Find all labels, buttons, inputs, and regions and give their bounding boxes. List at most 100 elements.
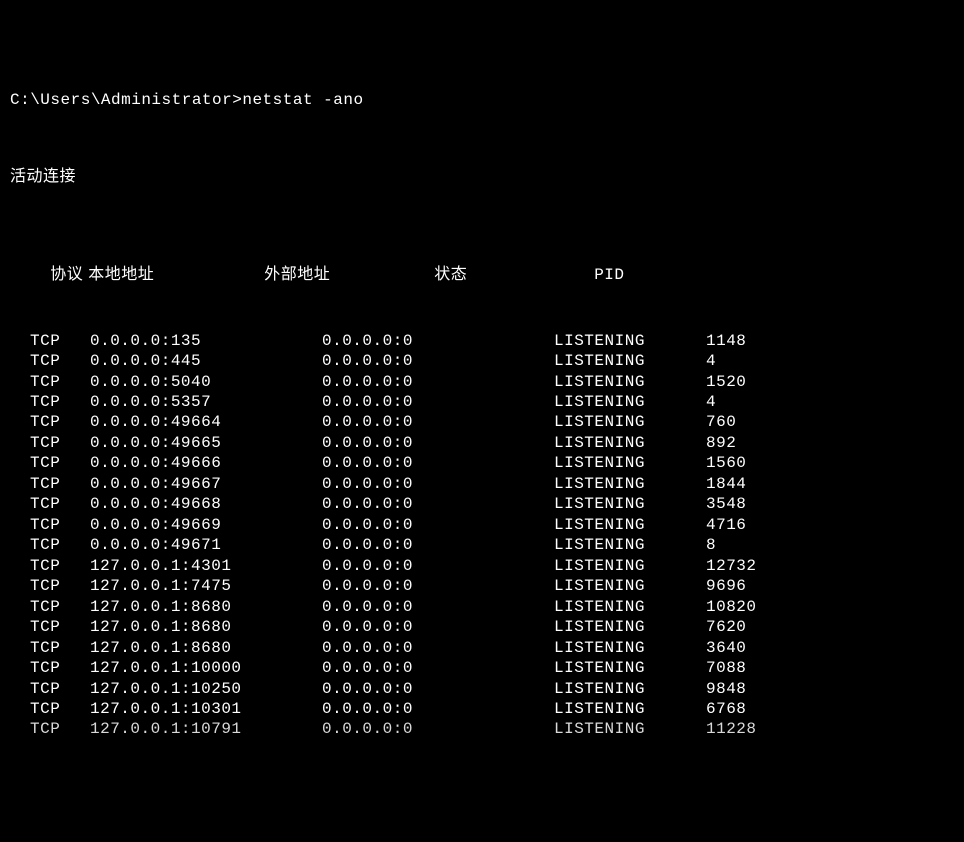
cell-local-address: 0.0.0.0:49667: [90, 474, 322, 494]
cell-pid: 11228: [706, 719, 757, 739]
cell-state: LISTENING: [554, 433, 706, 453]
cell-local-address: 0.0.0.0:49666: [90, 453, 322, 473]
table-header: 协议本地地址外部地址状态PID: [10, 245, 954, 286]
cell-local-address: 0.0.0.0:5357: [90, 392, 322, 412]
table-row: TCP127.0.0.1:100000.0.0.0:0LISTENING7088: [10, 658, 954, 678]
cell-pid: 7620: [706, 617, 746, 637]
cell-foreign-address: 0.0.0.0:0: [322, 597, 554, 617]
cell-pid: 892: [706, 433, 736, 453]
cell-state: LISTENING: [554, 392, 706, 412]
cell-foreign-address: 0.0.0.0:0: [322, 699, 554, 719]
cell-protocol: TCP: [10, 494, 90, 514]
cell-local-address: 127.0.0.1:8680: [90, 617, 322, 637]
cell-foreign-address: 0.0.0.0:0: [322, 556, 554, 576]
table-row: TCP127.0.0.1:86800.0.0.0:0LISTENING7620: [10, 617, 954, 637]
table-row: TCP0.0.0.0:496690.0.0.0:0LISTENING4716: [10, 515, 954, 535]
cell-state: LISTENING: [554, 597, 706, 617]
cell-state: LISTENING: [554, 617, 706, 637]
table-row: TCP0.0.0.0:496650.0.0.0:0LISTENING892: [10, 433, 954, 453]
command-prompt-line[interactable]: C:\Users\Administrator>netstat -ano: [10, 90, 954, 110]
cell-protocol: TCP: [10, 412, 90, 432]
cell-local-address: 0.0.0.0:49664: [90, 412, 322, 432]
cell-local-address: 0.0.0.0:49668: [90, 494, 322, 514]
command-text: netstat -ano: [242, 91, 363, 109]
cell-protocol: TCP: [10, 433, 90, 453]
cell-pid: 6768: [706, 699, 746, 719]
cell-foreign-address: 0.0.0.0:0: [322, 658, 554, 678]
table-row: TCP127.0.0.1:107910.0.0.0:0LISTENING1122…: [10, 719, 954, 739]
header-pid: PID: [594, 265, 624, 285]
cell-protocol: TCP: [10, 658, 90, 678]
cell-foreign-address: 0.0.0.0:0: [322, 617, 554, 637]
cell-protocol: TCP: [10, 372, 90, 392]
cell-local-address: 127.0.0.1:7475: [90, 576, 322, 596]
cell-state: LISTENING: [554, 351, 706, 371]
cell-local-address: 127.0.0.1:10250: [90, 679, 322, 699]
cell-foreign-address: 0.0.0.0:0: [322, 679, 554, 699]
cell-state: LISTENING: [554, 474, 706, 494]
cell-local-address: 127.0.0.1:8680: [90, 597, 322, 617]
cell-pid: 3640: [706, 638, 746, 658]
table-row: TCP0.0.0.0:496710.0.0.0:0LISTENING8: [10, 535, 954, 555]
cell-foreign-address: 0.0.0.0:0: [322, 515, 554, 535]
cell-foreign-address: 0.0.0.0:0: [322, 535, 554, 555]
cell-foreign-address: 0.0.0.0:0: [322, 331, 554, 351]
cell-pid: 1148: [706, 331, 746, 351]
cell-pid: 12732: [706, 556, 757, 576]
cell-local-address: 0.0.0.0:49671: [90, 535, 322, 555]
table-row: TCP0.0.0.0:53570.0.0.0:0LISTENING4: [10, 392, 954, 412]
cell-state: LISTENING: [554, 576, 706, 596]
table-row: TCP0.0.0.0:496680.0.0.0:0LISTENING3548: [10, 494, 954, 514]
cell-foreign-address: 0.0.0.0:0: [322, 453, 554, 473]
cell-pid: 4: [706, 392, 716, 412]
cell-protocol: TCP: [10, 535, 90, 555]
cell-foreign-address: 0.0.0.0:0: [322, 576, 554, 596]
cell-state: LISTENING: [554, 331, 706, 351]
cell-foreign-address: 0.0.0.0:0: [322, 412, 554, 432]
cell-foreign-address: 0.0.0.0:0: [322, 433, 554, 453]
table-row: TCP0.0.0.0:50400.0.0.0:0LISTENING1520: [10, 372, 954, 392]
cell-protocol: TCP: [10, 576, 90, 596]
cell-protocol: TCP: [10, 556, 90, 576]
cell-local-address: 127.0.0.1:4301: [90, 556, 322, 576]
cell-local-address: 0.0.0.0:49669: [90, 515, 322, 535]
cell-protocol: TCP: [10, 515, 90, 535]
cell-protocol: TCP: [10, 679, 90, 699]
table-row: TCP0.0.0.0:4450.0.0.0:0LISTENING4: [10, 351, 954, 371]
cell-state: LISTENING: [554, 515, 706, 535]
cell-pid: 1560: [706, 453, 746, 473]
cell-local-address: 0.0.0.0:135: [90, 331, 322, 351]
cell-protocol: TCP: [10, 719, 90, 739]
cell-state: LISTENING: [554, 679, 706, 699]
cell-pid: 7088: [706, 658, 746, 678]
cell-pid: 10820: [706, 597, 757, 617]
cell-pid: 4716: [706, 515, 746, 535]
cell-local-address: 127.0.0.1:10791: [90, 719, 322, 739]
cell-state: LISTENING: [554, 638, 706, 658]
prompt-path: C:\Users\Administrator>: [10, 91, 242, 109]
cell-local-address: 0.0.0.0:445: [90, 351, 322, 371]
table-row: TCP127.0.0.1:86800.0.0.0:0LISTENING3640: [10, 638, 954, 658]
section-title: 活动连接: [10, 167, 954, 187]
cell-state: LISTENING: [554, 556, 706, 576]
cell-foreign-address: 0.0.0.0:0: [322, 494, 554, 514]
cell-state: LISTENING: [554, 719, 706, 739]
cell-foreign-address: 0.0.0.0:0: [322, 351, 554, 371]
cell-pid: 4: [706, 351, 716, 371]
cell-local-address: 0.0.0.0:49665: [90, 433, 322, 453]
connections-table: TCP0.0.0.0:1350.0.0.0:0LISTENING1148TCP0…: [10, 331, 954, 740]
table-row: TCP127.0.0.1:103010.0.0.0:0LISTENING6768: [10, 699, 954, 719]
cell-state: LISTENING: [554, 412, 706, 432]
cell-protocol: TCP: [10, 617, 90, 637]
cell-protocol: TCP: [10, 699, 90, 719]
cell-state: LISTENING: [554, 494, 706, 514]
cell-protocol: TCP: [10, 474, 90, 494]
cell-local-address: 127.0.0.1:10301: [90, 699, 322, 719]
cell-foreign-address: 0.0.0.0:0: [322, 474, 554, 494]
table-row: TCP127.0.0.1:43010.0.0.0:0LISTENING12732: [10, 556, 954, 576]
cell-local-address: 0.0.0.0:5040: [90, 372, 322, 392]
cell-state: LISTENING: [554, 658, 706, 678]
header-state: 状态: [434, 265, 594, 285]
cell-foreign-address: 0.0.0.0:0: [322, 719, 554, 739]
table-row: TCP127.0.0.1:86800.0.0.0:0LISTENING10820: [10, 597, 954, 617]
